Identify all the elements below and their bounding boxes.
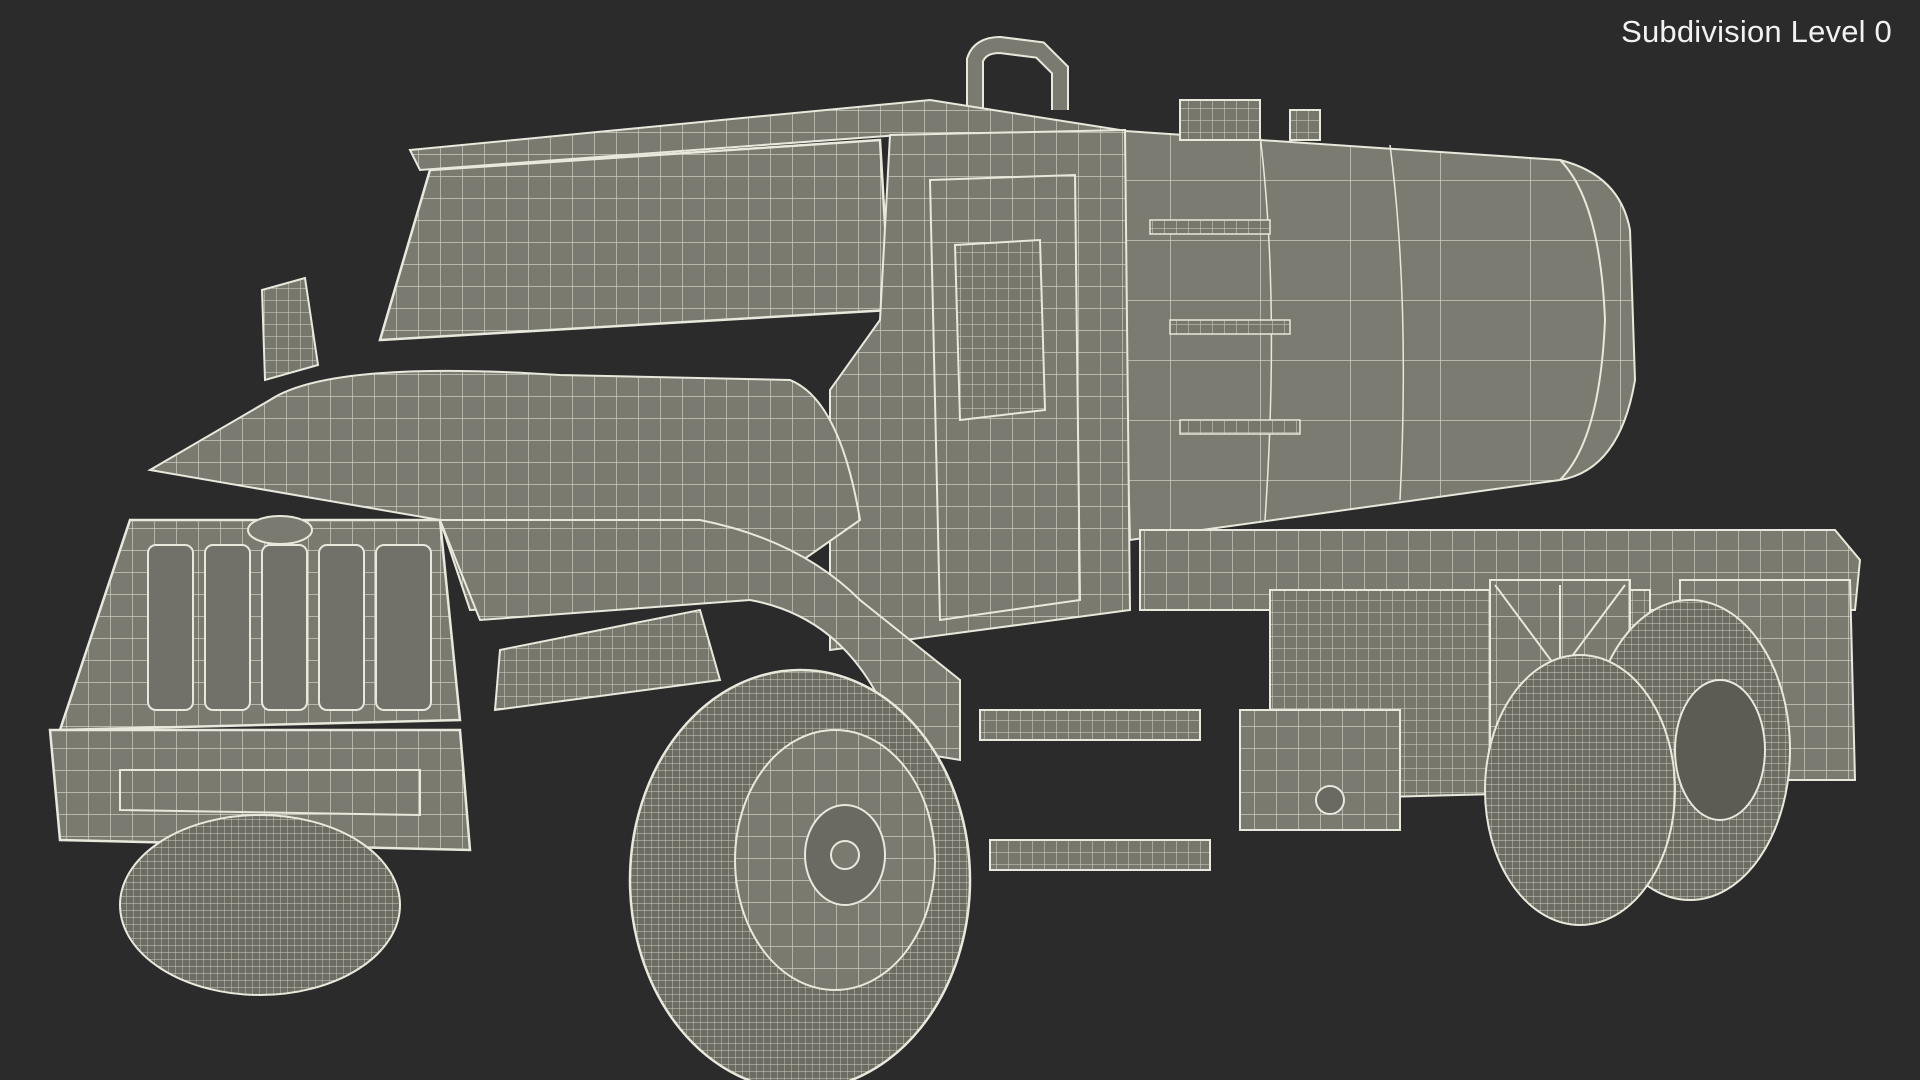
cab [48, 98, 1132, 852]
viewport: Subdivision Level 0 [0, 0, 1920, 1080]
steps [979, 709, 1401, 871]
subdivision-level-label: Subdivision Level 0 [1621, 14, 1892, 49]
truck-render [48, 35, 1862, 1080]
